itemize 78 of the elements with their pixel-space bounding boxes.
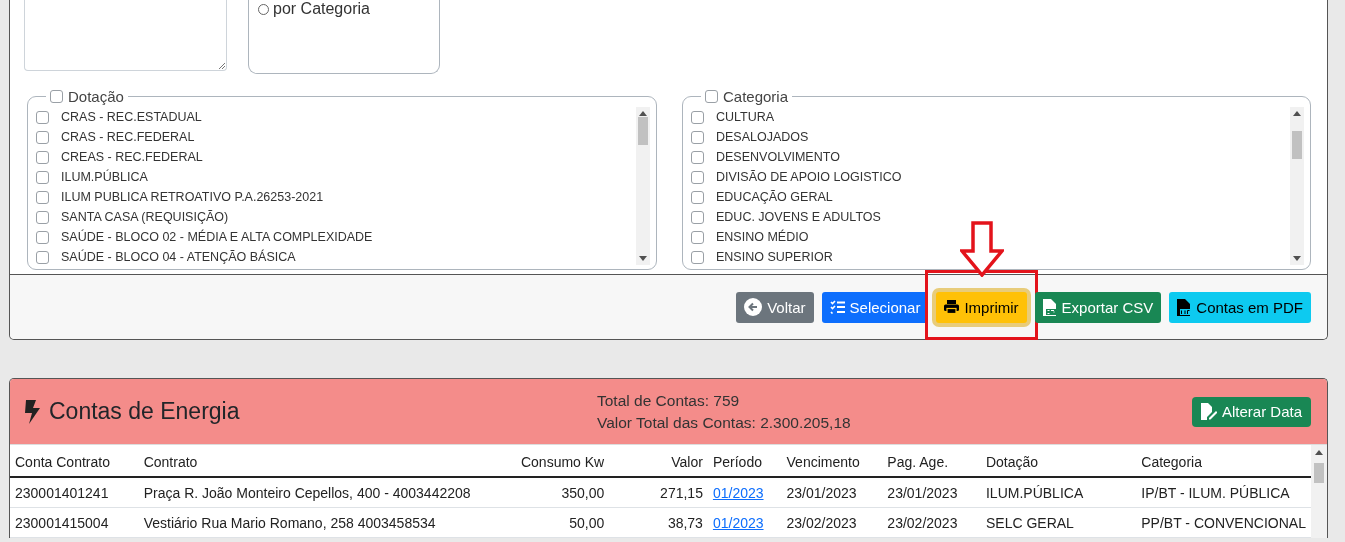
table-cell: 23/01/2023 (781, 477, 883, 508)
checkbox[interactable] (691, 210, 704, 224)
checkbox-label[interactable]: EDUC. JOVENS E ADULTOS (716, 210, 881, 224)
csv-file-icon (1042, 298, 1057, 316)
column-header[interactable]: Pag. Age. (882, 445, 981, 477)
group-label: Categoria (723, 88, 789, 105)
period-link[interactable]: 01/2023 (712, 515, 764, 531)
column-header[interactable]: Dotação (980, 445, 1137, 477)
table-cell: 230001401241 (10, 477, 139, 508)
export-csv-button[interactable]: Exportar CSV (1034, 291, 1162, 323)
total-value: Valor Total das Contas: 2.300.205,18 (597, 413, 852, 432)
checkbox-label[interactable]: DESENVOLVIMENTO (716, 150, 840, 164)
scrollbar[interactable] (1311, 445, 1327, 538)
checkbox-label[interactable]: CULTURA (716, 110, 775, 124)
table-cell: 230001415004 (10, 507, 139, 538)
table-cell: 23/01/2023 (882, 477, 981, 508)
checkbox-label[interactable]: CRAS - REC.FEDERAL (61, 130, 195, 144)
table-cell: Praça R. João Monteiro Cepellos, 400 - 4003442208 (138, 477, 476, 508)
checkbox[interactable] (36, 130, 49, 144)
checklist-icon (829, 300, 845, 314)
checkbox-label[interactable]: ILUM PUBLICA RETROATIVO P.A.26253-2021 (61, 190, 324, 204)
group-label: Dotação (68, 88, 124, 105)
select-all-checkbox[interactable] (705, 90, 718, 103)
column-header[interactable]: Conta Contrato (10, 445, 139, 477)
total-count: Total de Contas: 759 (597, 391, 741, 410)
checkbox[interactable] (36, 170, 49, 184)
checkbox[interactable] (691, 150, 704, 164)
period-link[interactable]: 01/2023 (712, 485, 764, 501)
scrollbar[interactable] (636, 107, 650, 265)
table-cell: 23/02/2023 (781, 507, 883, 538)
column-header[interactable]: Vencimento (781, 445, 883, 477)
lightning-bolt-icon (24, 399, 41, 424)
table-cell: Vestiário Rua Mario Romano, 258 4003458534 (138, 507, 476, 538)
scrollbar[interactable] (1290, 107, 1304, 265)
pdf-button[interactable]: Contas em PDF (1169, 291, 1311, 323)
checkbox[interactable] (691, 230, 704, 244)
checkbox[interactable] (691, 110, 704, 124)
resize-grip-icon[interactable] (218, 62, 225, 69)
checkbox[interactable] (36, 190, 49, 204)
printer-icon (944, 300, 960, 314)
checkbox-label[interactable]: SANTA CASA (REQUISIÇÃO) (61, 210, 229, 224)
table-cell: 23/02/2023 (882, 507, 981, 538)
file-edit-icon (1200, 403, 1217, 420)
checkbox[interactable] (36, 210, 49, 224)
column-header[interactable]: Contrato (138, 445, 476, 477)
checkbox-label[interactable]: DIVISÃO DE APOIO LOGISTICO (716, 170, 902, 184)
checkbox-label[interactable]: CRAS - REC.ESTADUAL (61, 110, 202, 124)
checkbox-label[interactable]: CREAS - REC.FEDERAL (61, 150, 203, 164)
checkbox[interactable] (36, 150, 49, 164)
column-header[interactable]: Valor (609, 445, 708, 477)
checkbox[interactable] (36, 250, 49, 264)
checkbox-label[interactable]: ENSINO SUPERIOR (716, 250, 833, 264)
table-cell: 38,73 (609, 507, 708, 538)
checkbox[interactable] (691, 130, 704, 144)
checkbox[interactable] (691, 250, 704, 264)
table-cell: 350,00 (475, 477, 610, 508)
column-header[interactable]: Consumo Kw (475, 445, 610, 477)
checkbox[interactable] (36, 110, 49, 124)
select-all-checkbox[interactable] (50, 90, 63, 103)
checkbox-label[interactable]: EDUCAÇÃO GERAL (716, 190, 833, 204)
checkbox-label[interactable]: ILUM.PÚBLICA (61, 170, 148, 184)
checkbox-label[interactable]: SAÚDE - BLOCO 02 - MÉDIA E ALTA COMPLEXIDADE (61, 230, 373, 244)
table-cell: ILUM.PÚBLICA (980, 477, 1137, 508)
radio-label[interactable]: por Categoria (273, 0, 370, 18)
table-cell: 50,00 (475, 507, 610, 538)
card-title: Contas de Energia (49, 398, 240, 425)
pdf-file-icon (1177, 298, 1192, 316)
checkbox[interactable] (691, 170, 704, 184)
checkbox[interactable] (691, 190, 704, 204)
column-header[interactable]: Período (707, 445, 782, 477)
checkbox[interactable] (36, 230, 49, 244)
checkbox-label[interactable]: ENSINO MÉDIO (716, 230, 809, 244)
checkbox-label[interactable]: DESALOJADOS (716, 130, 809, 144)
checkbox-label[interactable]: SAÚDE - BLOCO 04 - ATENÇÃO BÁSICA (61, 250, 296, 264)
table-cell: SELC GERAL (980, 507, 1137, 538)
table-cell: 271,15 (609, 477, 708, 508)
change-date-button[interactable]: Alterar Data (1191, 396, 1311, 427)
back-button[interactable]: Voltar (736, 291, 814, 323)
